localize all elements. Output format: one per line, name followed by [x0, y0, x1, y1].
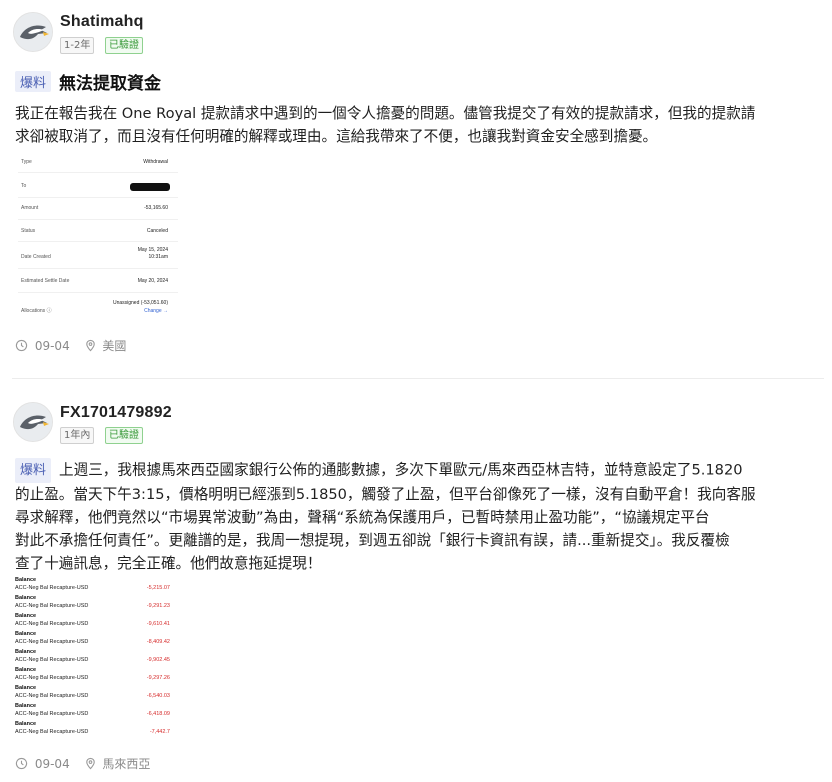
field-label: Date Created [21, 254, 51, 260]
field-value: Unassigned (-53,051.60) [112, 300, 168, 306]
post-divider [12, 378, 824, 379]
ledger-desc: ACC-Neg Bal Recapture-USD [15, 693, 89, 699]
ledger-label: Balance [15, 595, 37, 601]
field-label: Type [21, 159, 32, 165]
attached-screenshot[interactable]: Type Withdrawal To Amount -53,165.60 Statu… [18, 150, 178, 328]
eagle-avatar-icon [14, 13, 52, 51]
membership-duration-tag: 1-2年 [60, 37, 95, 54]
avatar[interactable] [13, 402, 53, 442]
ledger-amount: -5,215.07 [146, 585, 170, 591]
ledger-label: Balance [15, 685, 37, 691]
ledger-label: Balance [15, 703, 37, 709]
field-value: May 15, 2024 [137, 247, 168, 253]
post-date: 09-04 [34, 338, 70, 353]
field-value: Canceled [146, 228, 168, 234]
verified-tag: 已驗證 [105, 427, 143, 444]
ledger-amount: -6,540.03 [146, 693, 170, 699]
ledger-label: Balance [15, 667, 37, 673]
post-date: 09-04 [34, 756, 70, 771]
post-body: 我正在報告我在 One Royal 提款請求中遇到的一個令人擔憂的問題。儘管我提… [15, 102, 827, 148]
ledger-desc: ACC-Neg Bal Recapture-USD [15, 585, 89, 591]
post-body-line: 求卻被取消了，而且沒有任何明確的解釋或理由。這給我帶來了不便，也讓我對資金安全感… [15, 128, 658, 145]
ledger-amount: -7,442.7 [149, 729, 170, 735]
post-body-line: 查了十遍訊息，完全正確。他們故意拖延提現！ [15, 555, 322, 572]
ledger-label: Balance [15, 631, 37, 637]
ledger-desc: ACC-Neg Bal Recapture-USD [15, 603, 89, 609]
post-meta: 09-04 馬來西亞 [15, 755, 150, 771]
ledger-label: Balance [15, 649, 37, 655]
verified-tag: 已驗證 [105, 37, 143, 54]
post-meta: 09-04 美國 [15, 337, 126, 353]
eagle-avatar-icon [14, 403, 52, 441]
post-title[interactable]: 無法提取資金 [59, 74, 161, 94]
ledger-desc: ACC-Neg Bal Recapture-USD [15, 675, 89, 681]
post-body-line: 上週三，我根據馬來西亞國家銀行公佈的通膨數據，多次下單歐元/馬來西亞林吉特，並特… [59, 461, 743, 479]
ledger-amount: -9,297.26 [146, 675, 170, 681]
clock-icon [15, 757, 28, 770]
post-location: 美國 [102, 338, 127, 353]
field-label: Estimated Settle Date [21, 278, 70, 284]
field-value: -53,165.60 [144, 205, 168, 211]
post-body-line: 我正在報告我在 One Royal 提款請求中遇到的一個令人擔憂的問題。儘管我提… [15, 105, 756, 122]
post-body-line: 的止盈。當天下午3:15，價格明明已經漲到5.1850，觸發了止盈，但平台卻像死… [15, 486, 756, 503]
exposure-badge: 爆料 [15, 71, 52, 92]
location-pin-icon [85, 757, 95, 770]
ledger-amount: -9,610.41 [146, 621, 170, 627]
post-body: 爆料 上週三，我根據馬來西亞國家銀行公佈的通膨數據，多次下單歐元/馬來西亞林吉特，… [15, 458, 827, 575]
change-link: Change → [144, 308, 168, 314]
field-label: To [21, 183, 27, 189]
post-title-row: 爆料 無法提取資金 [15, 69, 161, 94]
post-body-line: 尋求解釋，他們竟然以“市場異常波動”為由，聲稱“系統為保護用戶，已暫時禁用止盈功… [15, 509, 710, 526]
username[interactable]: Shatimahq [60, 13, 144, 31]
field-value: 10:31am [148, 254, 168, 260]
ledger-desc: ACC-Neg Bal Recapture-USD [15, 729, 89, 735]
field-label: Allocations ⓘ [21, 308, 52, 314]
ledger-desc: ACC-Neg Bal Recapture-USD [15, 621, 89, 627]
ledger-amount: -6,418.09 [146, 711, 170, 717]
field-value: Withdrawal [143, 159, 168, 165]
membership-duration-tag: 1年內 [60, 427, 95, 444]
ledger-desc: ACC-Neg Bal Recapture-USD [15, 711, 89, 717]
exposure-badge: 爆料 [15, 458, 52, 483]
ledger-desc: ACC-Neg Bal Recapture-USD [15, 639, 89, 645]
ledger-label: Balance [15, 577, 37, 583]
field-label: Amount [21, 205, 39, 211]
field-value: May 20, 2024 [137, 278, 168, 284]
ledger-label: Balance [15, 721, 37, 727]
location-pin-icon [85, 339, 95, 352]
post-body-line: 對此不承擔任何責任”。更離譜的是，我周一想提現，到週五卻說「銀行卡資訊有誤，請.… [15, 532, 730, 549]
redacted-block [130, 183, 170, 191]
ledger-amount: -9,291.23 [146, 603, 170, 609]
field-label: Status [21, 228, 36, 234]
post-location: 馬來西亞 [102, 756, 151, 771]
ledger-label: Balance [15, 613, 37, 619]
username[interactable]: FX1701479892 [60, 404, 172, 422]
ledger-amount: -9,902.45 [146, 657, 170, 663]
avatar[interactable] [13, 12, 53, 52]
ledger-amount: -8,409.42 [146, 639, 170, 645]
clock-icon [15, 339, 28, 352]
attached-screenshot[interactable]: Balance ACC-Neg Bal Recapture-USD -5,215.0… [14, 577, 174, 737]
ledger-desc: ACC-Neg Bal Recapture-USD [15, 657, 89, 663]
